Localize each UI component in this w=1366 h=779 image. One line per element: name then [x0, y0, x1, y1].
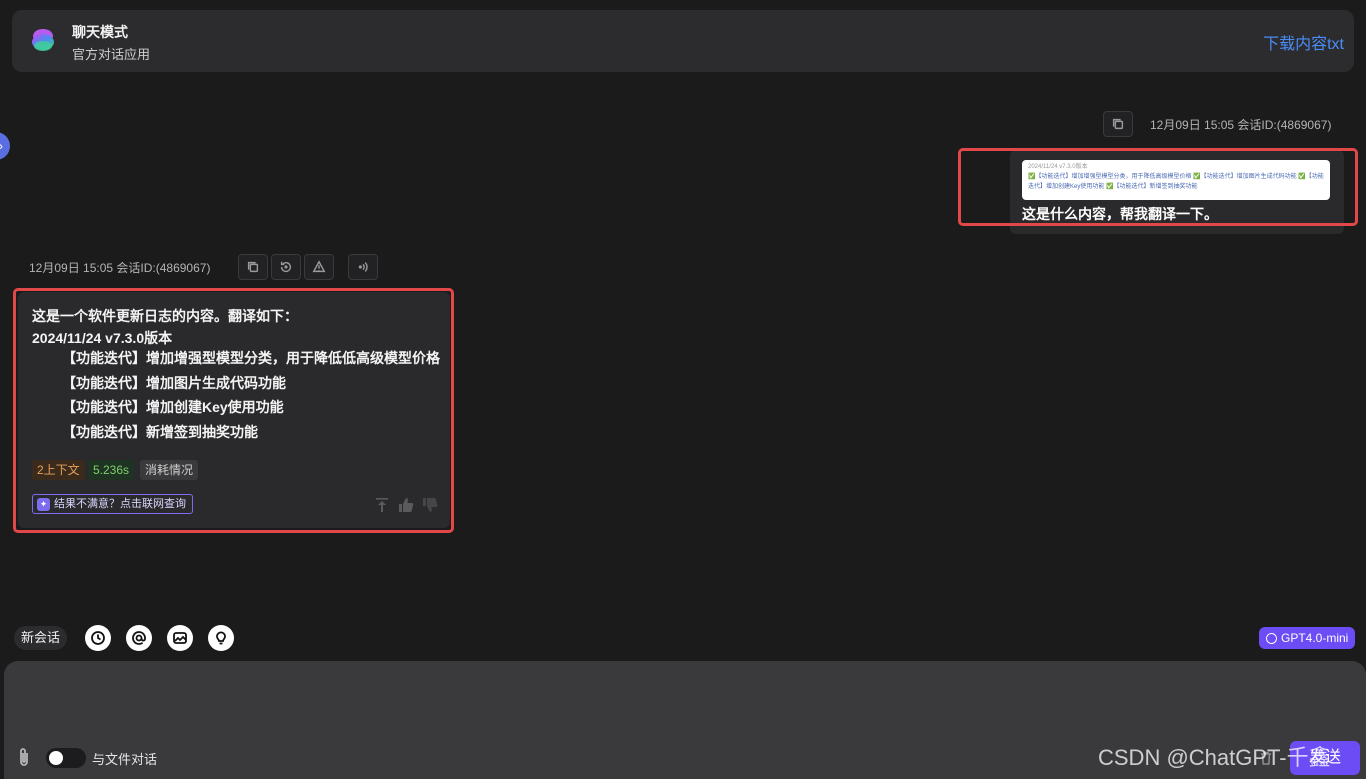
- speaker-icon: [358, 262, 368, 272]
- app-header: 聊天模式 官方对话应用 下载内容txt: [12, 10, 1354, 72]
- image-button[interactable]: [167, 625, 193, 651]
- copy-icon: [247, 261, 259, 273]
- warning-icon: [312, 260, 326, 273]
- app-subtitle: 官方对话应用: [72, 47, 151, 62]
- file-chat-toggle[interactable]: [46, 748, 86, 768]
- openai-icon: [1266, 632, 1277, 644]
- read-aloud-button[interactable]: [348, 254, 378, 280]
- at-sign-icon: [132, 631, 146, 645]
- prompt-button[interactable]: [208, 625, 234, 651]
- bot-message-meta: 12月09日 15:05 会话ID:(4869067): [29, 261, 211, 275]
- history-button[interactable]: [85, 625, 111, 651]
- chevron-right-icon: ›: [0, 139, 3, 153]
- download-txt-link[interactable]: 下载内容txt: [1263, 30, 1344, 54]
- copy-icon: [1112, 118, 1124, 130]
- mention-button[interactable]: [126, 625, 152, 651]
- copy-button[interactable]: [238, 254, 268, 280]
- image-icon: [173, 632, 187, 644]
- regenerate-button[interactable]: [271, 254, 301, 280]
- highlight-box-user: [958, 148, 1358, 226]
- model-name: GPT4.0-mini: [1281, 631, 1349, 645]
- app-title: 聊天模式: [72, 24, 128, 40]
- sidebar-toggle-button[interactable]: ›: [0, 132, 10, 160]
- history-icon: [91, 631, 105, 645]
- refresh-icon: [280, 261, 292, 273]
- model-selector[interactable]: GPT4.0-mini: [1259, 627, 1356, 649]
- paperclip-icon[interactable]: [16, 747, 32, 767]
- highlight-box-assistant: [13, 288, 454, 533]
- user-message-meta: 12月09日 15:05 会话ID:(4869067): [1150, 118, 1332, 132]
- copy-button[interactable]: [1103, 111, 1133, 137]
- app-logo-icon: [32, 29, 54, 51]
- report-button[interactable]: [304, 254, 334, 280]
- file-chat-label: 与文件对话: [92, 752, 158, 767]
- toggle-knob: [49, 751, 63, 765]
- watermark: CSDN @ChatGPT-千鑫: [1098, 745, 1331, 770]
- lightbulb-icon: [216, 631, 226, 645]
- new-chat-button[interactable]: 新会话: [14, 626, 68, 650]
